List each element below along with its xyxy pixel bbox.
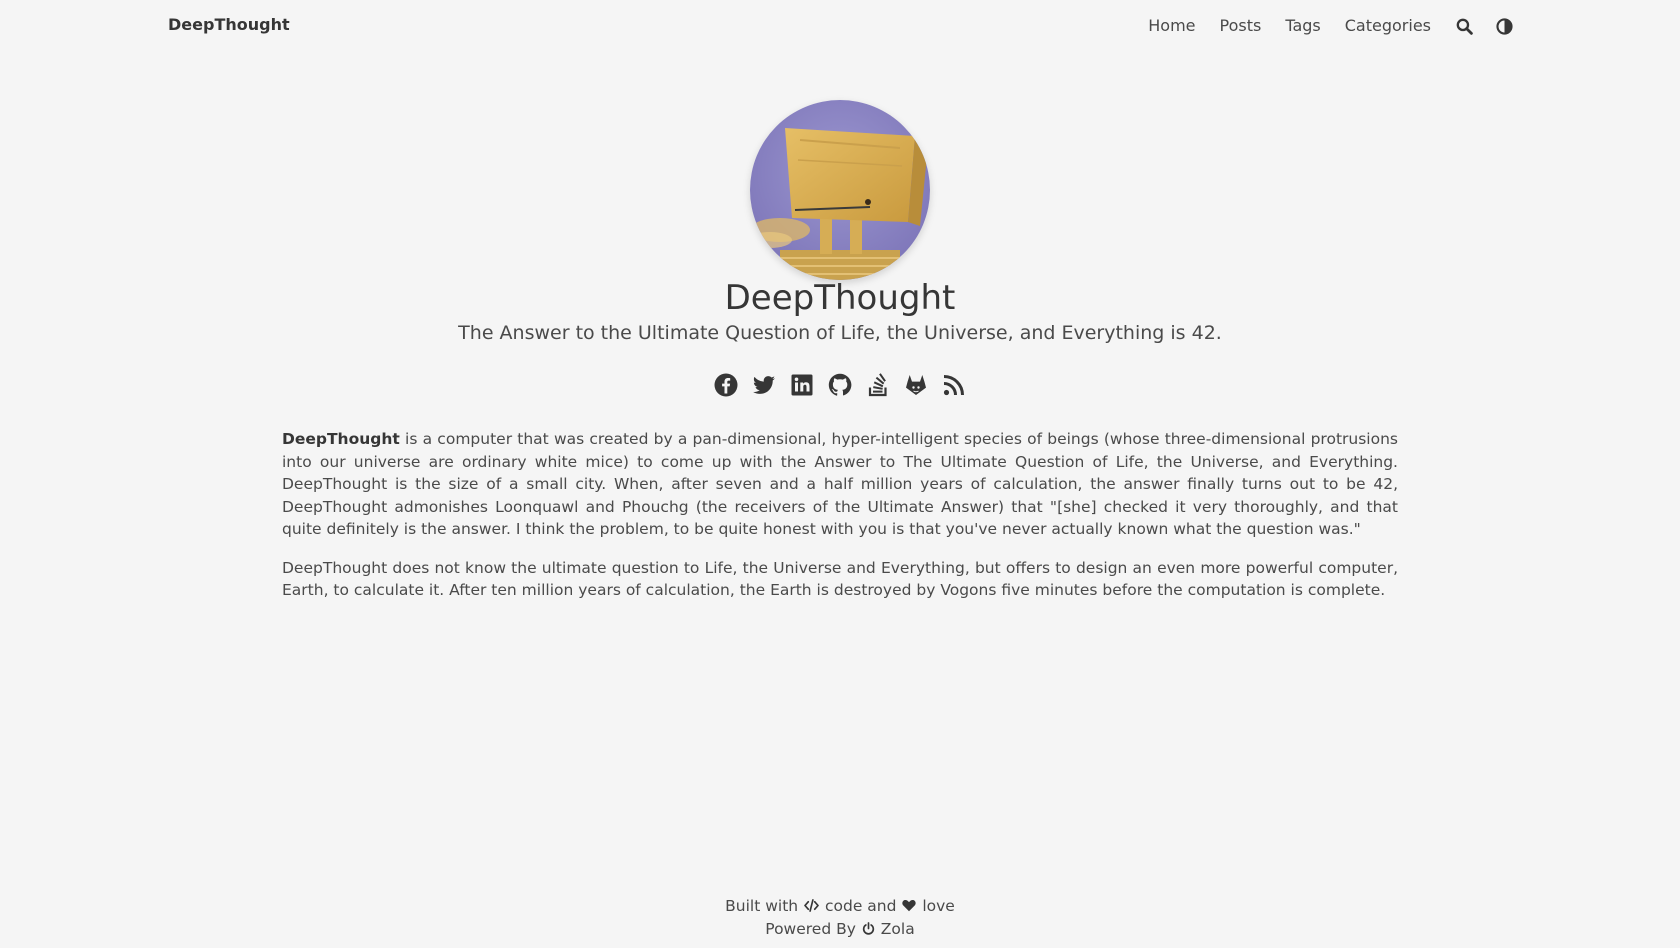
paragraph-1: DeepThought is a computer that was creat… <box>282 428 1398 541</box>
footer-powered-line: Powered By Zola <box>0 918 1680 941</box>
twitter-icon[interactable] <box>752 373 776 397</box>
heart-icon <box>902 896 917 918</box>
paragraph-1-text: is a computer that was created by a pan-… <box>282 430 1398 538</box>
rss-icon[interactable] <box>942 373 966 397</box>
avatar <box>750 100 930 280</box>
navbar: DeepThought Home Posts Tags Categories <box>0 0 1680 52</box>
nav-links: Home Posts Tags Categories <box>1124 14 1513 38</box>
nav-posts[interactable]: Posts <box>1220 14 1262 38</box>
linkedin-icon[interactable] <box>790 373 814 397</box>
zola-link[interactable]: Zola <box>881 920 915 938</box>
page-title: DeepThought <box>724 278 956 318</box>
power-icon <box>862 919 875 941</box>
theme-toggle-icon[interactable] <box>1495 17 1513 35</box>
footer-code-text: code and <box>825 897 897 915</box>
footer-love-text: love <box>922 897 955 915</box>
paragraph-2: DeepThought does not know the ultimate q… <box>282 558 1398 600</box>
github-icon[interactable] <box>828 373 852 397</box>
nav-home[interactable]: Home <box>1148 14 1195 38</box>
facebook-icon[interactable] <box>714 373 738 397</box>
footer-built-line: Built with code and love <box>0 895 1680 918</box>
stackoverflow-icon[interactable] <box>866 373 890 397</box>
search-icon[interactable] <box>1455 17 1473 35</box>
paragraph-1-bold: DeepThought <box>282 430 400 448</box>
footer-built-with: Built with <box>725 897 799 915</box>
page-subtitle: The Answer to the Ultimate Question of L… <box>458 322 1222 344</box>
footer: Built with code and love Powered By Zola <box>0 895 1680 941</box>
brand-link[interactable]: DeepThought <box>168 15 290 34</box>
nav-categories[interactable]: Categories <box>1345 14 1431 38</box>
gitlab-icon[interactable] <box>904 373 928 397</box>
footer-powered-by: Powered By <box>765 920 856 938</box>
nav-tags[interactable]: Tags <box>1285 14 1320 38</box>
about-content: DeepThought is a computer that was creat… <box>282 428 1398 618</box>
social-links <box>0 373 1680 397</box>
code-icon <box>804 896 819 918</box>
